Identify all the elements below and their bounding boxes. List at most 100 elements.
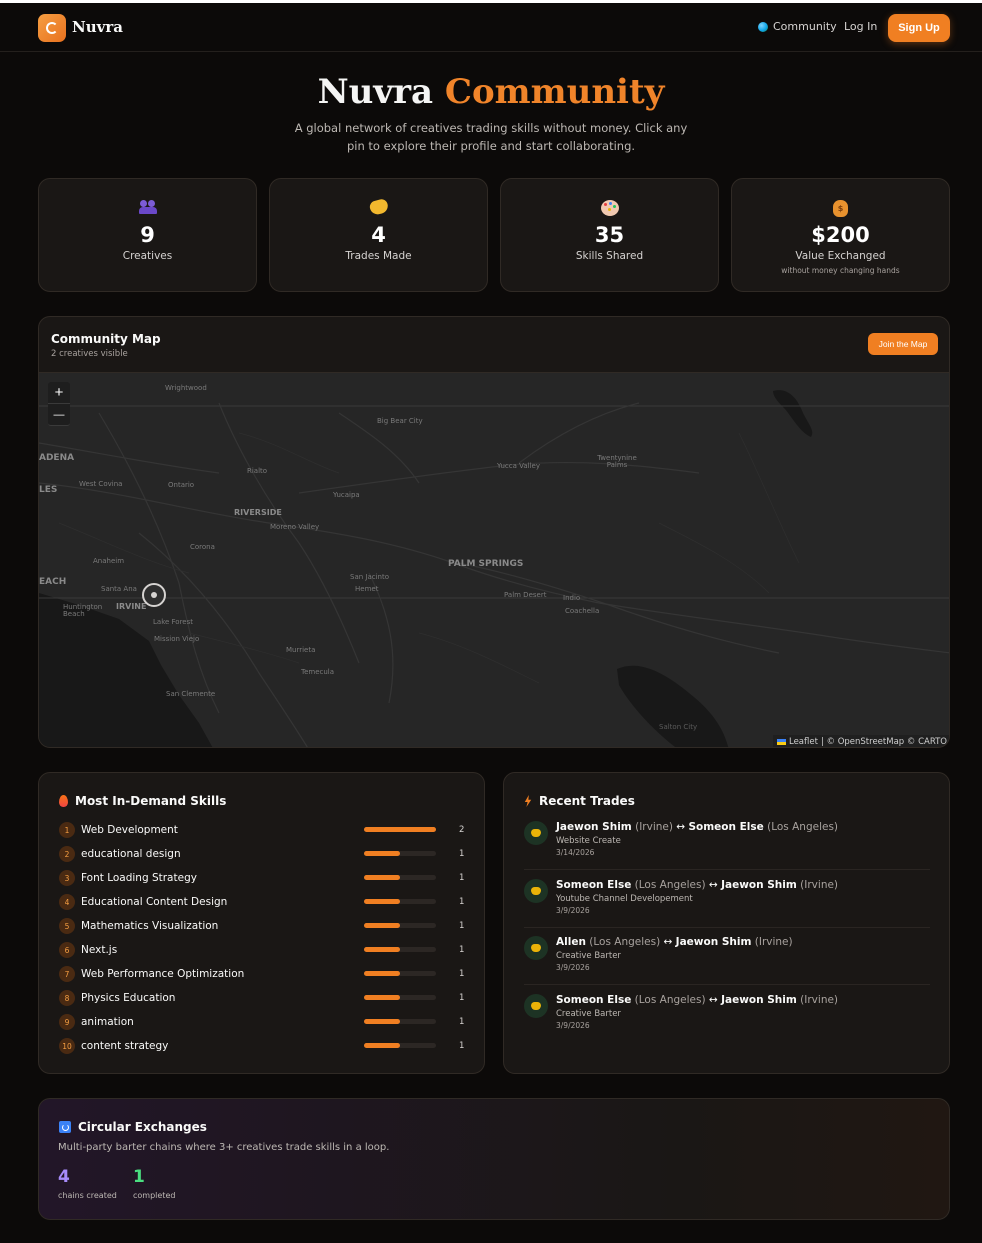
- skill-rank-badge: 1: [59, 822, 75, 838]
- trade-from-name[interactable]: Jaewon Shim: [556, 821, 632, 833]
- attribution-leaflet-link[interactable]: Leaflet: [789, 737, 818, 747]
- skill-row: 7 Web Performance Optimization 1: [59, 965, 469, 983]
- map-label: IRVINE: [116, 602, 147, 611]
- skill-bar-track: [364, 899, 436, 904]
- completed-count: 1: [133, 1167, 145, 1187]
- lightning-icon: [524, 795, 532, 807]
- map-label: EACH: [39, 577, 67, 587]
- trade-to-name[interactable]: Jaewon Shim: [721, 879, 797, 891]
- map-label: Palm Desert: [504, 591, 547, 599]
- trade-parties: Allen (Los Angeles) ↔ Jaewon Shim (Irvin…: [556, 936, 793, 948]
- trade-to-location: (Irvine): [800, 878, 839, 891]
- trade-to-name[interactable]: Jaewon Shim: [721, 994, 797, 1006]
- trade-parties: Someon Else (Los Angeles) ↔ Jaewon Shim …: [556, 994, 838, 1006]
- skill-bar-track: [364, 827, 436, 832]
- trades-title: Recent Trades: [524, 794, 635, 808]
- trade-parties: Jaewon Shim (Irvine) ↔ Someon Else (Los …: [556, 821, 838, 833]
- skill-rank-badge: 8: [59, 990, 75, 1006]
- palette-icon: [600, 200, 619, 216]
- skill-bar-track: [364, 1019, 436, 1024]
- signup-button[interactable]: Sign Up: [888, 14, 950, 42]
- map-canvas[interactable]: Wrightwood Big Bear City ADENA LES West …: [39, 372, 949, 747]
- stat-label: Creatives: [122, 250, 173, 262]
- map-attribution: Leaflet | © OpenStreetMap © CARTO: [772, 735, 949, 747]
- handshake-icon: [367, 197, 390, 217]
- skill-bar-fill: [364, 899, 400, 904]
- skill-name: Font Loading Strategy: [81, 872, 197, 884]
- skill-rank-badge: 2: [59, 846, 75, 862]
- skill-rank-badge: 4: [59, 894, 75, 910]
- zoom-in-button[interactable]: +: [48, 382, 70, 404]
- flag-icon: [776, 739, 786, 745]
- trade-from-name[interactable]: Someon Else: [556, 994, 631, 1006]
- handshake-icon: [524, 993, 548, 1018]
- trade-to-name[interactable]: Jaewon Shim: [676, 936, 752, 948]
- top-nav: Nuvra Community Log In Sign Up: [0, 3, 982, 52]
- globe-icon: [758, 21, 768, 32]
- trade-arrow: ↔: [708, 878, 718, 891]
- skills-panel: Most In-Demand Skills 1 Web Development 2 2…: [38, 772, 485, 1074]
- stat-card-creatives: 9 Creatives: [38, 178, 257, 292]
- map-label: Lake Forest: [153, 618, 194, 626]
- skill-count: 1: [459, 969, 465, 979]
- skills-title-label: Most In-Demand Skills: [75, 794, 227, 808]
- skill-bar-fill: [364, 947, 400, 952]
- nav-community-label: Community: [773, 20, 837, 33]
- skill-bar-fill: [364, 827, 436, 832]
- login-link[interactable]: Log In: [844, 20, 877, 33]
- join-map-button[interactable]: Join the Map: [868, 333, 938, 355]
- trade-from-name[interactable]: Someon Else: [556, 879, 631, 891]
- map-pin[interactable]: [142, 583, 166, 607]
- skill-row: 3 Font Loading Strategy 1: [59, 869, 469, 887]
- trade-to-location: (Los Angeles): [767, 821, 839, 833]
- trade-to-name[interactable]: Someon Else: [688, 821, 763, 833]
- map-label: Santa Ana: [101, 585, 137, 593]
- map-label: San Jacinto: [350, 573, 390, 581]
- map-label: Twentynine Palms: [597, 454, 637, 469]
- page-title-accent: Community: [444, 72, 665, 112]
- skill-bar-track: [364, 1043, 436, 1048]
- skill-rank-badge: 9: [59, 1014, 75, 1030]
- skill-row: 1 Web Development 2: [59, 821, 469, 839]
- map-label: Yucaipa: [333, 491, 360, 499]
- trade-parties: Someon Else (Los Angeles) ↔ Jaewon Shim …: [556, 879, 838, 891]
- skill-bar-fill: [364, 1043, 400, 1048]
- handshake-icon: [524, 821, 548, 845]
- page-title: Nuvra Community: [0, 72, 982, 112]
- skill-count: 2: [459, 825, 465, 835]
- map-label: LES: [39, 485, 58, 495]
- trade-from-location: (Los Angeles): [634, 878, 706, 891]
- skill-count: 1: [459, 849, 465, 859]
- skill-name: educational design: [81, 848, 181, 860]
- skill-bar-fill: [364, 1019, 400, 1024]
- trade-arrow: ↔: [676, 821, 686, 833]
- map-label: ADENA: [39, 453, 75, 463]
- skill-bar-track: [364, 851, 436, 856]
- circular-subtitle: Multi-party barter chains where 3+ creat…: [58, 1142, 390, 1153]
- completed-label: completed: [133, 1191, 176, 1200]
- trades-title-label: Recent Trades: [539, 794, 635, 808]
- stat-card-skills: 35 Skills Shared: [500, 178, 719, 292]
- trade-from-name[interactable]: Allen: [556, 936, 586, 948]
- trade-item[interactable]: Someon Else (Los Angeles) ↔ Jaewon Shim …: [524, 993, 930, 1050]
- cycle-icon: [59, 1121, 71, 1133]
- skill-count: 1: [459, 1041, 465, 1051]
- stat-sublabel: without money changing hands: [781, 266, 900, 275]
- trade-date: 3/9/2026: [556, 1020, 590, 1030]
- map-label: West Covina: [79, 480, 123, 488]
- skill-bar-track: [364, 923, 436, 928]
- nav-community-link[interactable]: Community: [758, 20, 837, 33]
- trade-date: 3/14/2026: [556, 848, 595, 857]
- page-subtitle: A global network of creatives trading sk…: [294, 121, 688, 153]
- map-label: Ontario: [168, 481, 195, 489]
- circular-title-label: Circular Exchanges: [78, 1120, 207, 1134]
- skill-count: 1: [459, 921, 465, 931]
- logo-icon[interactable]: [38, 14, 66, 42]
- zoom-out-button[interactable]: —: [48, 404, 70, 426]
- skill-bar-track: [364, 875, 436, 880]
- map-label: RIVERSIDE: [234, 508, 282, 517]
- attribution-text[interactable]: | © OpenStreetMap © CARTO: [821, 737, 947, 747]
- skill-rank-badge: 10: [59, 1038, 75, 1054]
- skill-count: 1: [459, 897, 465, 907]
- brand-name[interactable]: Nuvra: [72, 18, 123, 36]
